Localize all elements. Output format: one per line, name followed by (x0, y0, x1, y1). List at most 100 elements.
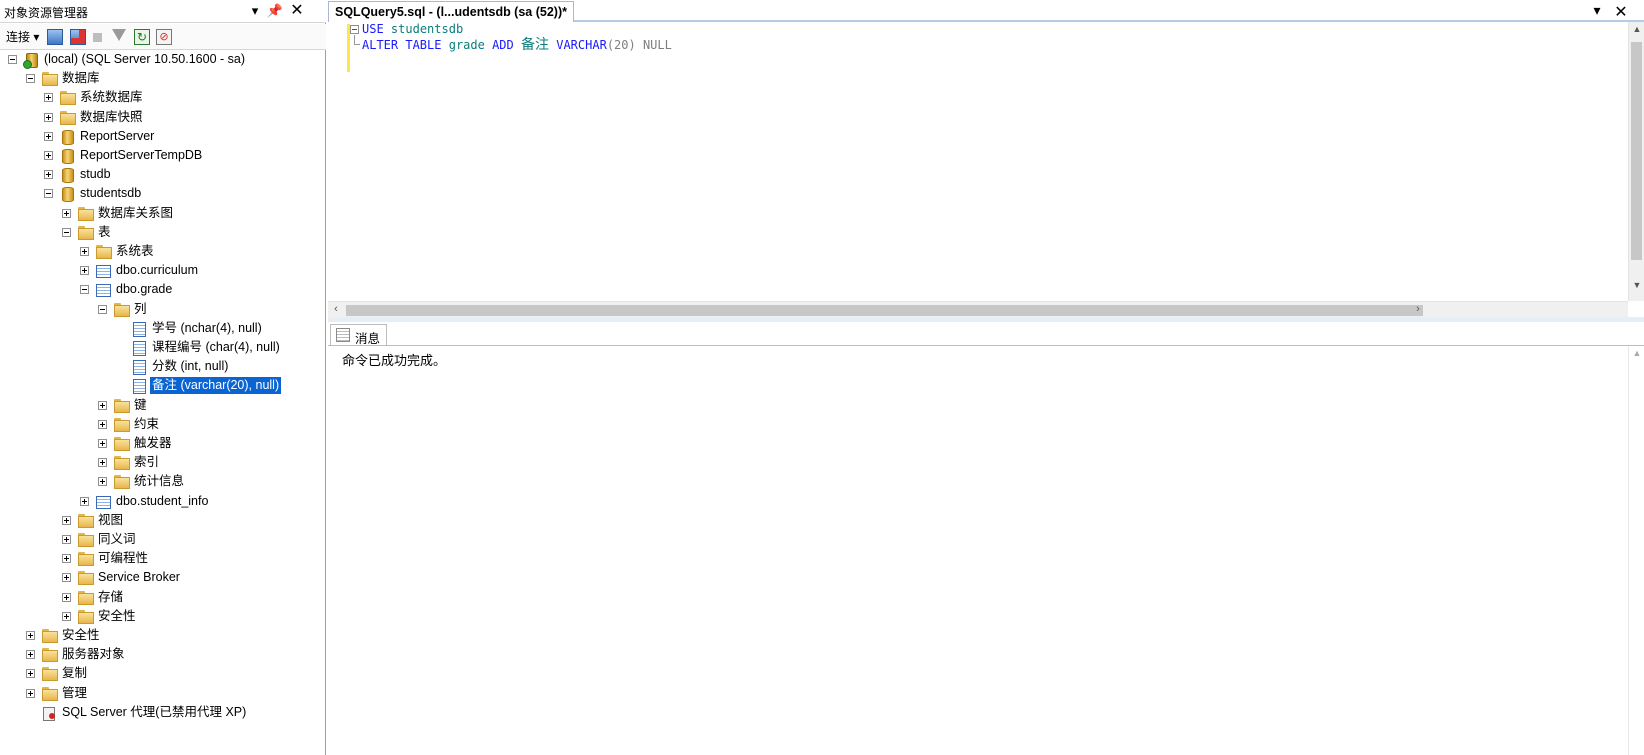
expand-icon[interactable] (80, 247, 89, 256)
scroll-up-icon[interactable]: ▲ (1629, 348, 1644, 358)
tree-node[interactable]: 数据库快照 (0, 108, 324, 127)
expand-icon[interactable] (98, 400, 107, 410)
tree-node[interactable]: 数据库 (0, 69, 324, 88)
tree-node[interactable]: 键 (0, 396, 324, 415)
tree-node[interactable]: 表 (0, 223, 324, 242)
tree-node[interactable]: 系统表 (0, 242, 324, 261)
tree-node-label: 分数 (int, null) (152, 359, 229, 374)
expand-icon[interactable] (62, 208, 71, 218)
tree-node[interactable]: 分数 (int, null) (0, 357, 324, 376)
expand-icon[interactable] (26, 631, 35, 640)
tree-node[interactable]: 数据库关系图 (0, 204, 324, 223)
sql-code-editor[interactable]: USE studentsdb ALTER TABLE grade ADD 备注 … (328, 22, 1628, 301)
scroll-right-icon[interactable]: › (1410, 303, 1426, 315)
disconnect-icon[interactable] (70, 29, 86, 45)
expand-icon[interactable] (44, 131, 53, 141)
tree-node[interactable]: 触发器 (0, 434, 324, 453)
tree-node[interactable]: 视图 (0, 511, 324, 530)
expand-icon[interactable] (80, 496, 89, 506)
dropdown-icon[interactable]: ▾ (246, 2, 264, 20)
tree-node[interactable]: ReportServerTempDB (0, 146, 324, 165)
tab-sqlquery5[interactable]: SQLQuery5.sql - (l...udentsdb (sa (52))* (328, 1, 574, 22)
expand-icon[interactable] (44, 93, 53, 103)
tree-node-label: 安全性 (98, 608, 136, 623)
tree-node[interactable]: 列 (0, 300, 324, 319)
expand-icon[interactable] (98, 458, 107, 468)
tree-node[interactable]: 课程编号 (char(4), null) (0, 338, 324, 357)
tree-node[interactable]: 索引 (0, 453, 324, 472)
expand-icon[interactable] (62, 573, 71, 583)
tree-node[interactable]: Service Broker (0, 568, 324, 587)
expand-icon[interactable] (44, 151, 53, 160)
collapse-icon[interactable] (98, 304, 107, 314)
tree-node[interactable]: 同义词 (0, 530, 324, 549)
editor-vertical-scrollbar[interactable]: ▲ ▼ (1628, 22, 1644, 301)
tree-node[interactable]: 管理 (0, 684, 324, 703)
tree-node[interactable]: 可编程性 (0, 549, 324, 568)
stop-icon[interactable] (93, 29, 102, 45)
vertical-scroll-thumb[interactable] (1631, 42, 1642, 260)
tab-messages[interactable]: 消息 (330, 324, 388, 346)
tree-node[interactable]: 约束 (0, 415, 324, 434)
expand-icon[interactable] (26, 669, 35, 679)
expand-icon[interactable] (44, 170, 53, 180)
expand-icon[interactable] (44, 112, 53, 122)
close-icon[interactable]: ✕ (288, 2, 306, 20)
tree-node[interactable]: 备注 (varchar(20), null) (0, 376, 324, 395)
results-vertical-scrollbar[interactable]: ▲ (1628, 346, 1644, 755)
tab-list-dropdown-icon[interactable]: ▾ (1588, 2, 1606, 19)
tree-node[interactable]: 安全性 (0, 607, 324, 626)
filter-icon[interactable] (112, 29, 126, 45)
tree-node[interactable]: 服务器对象 (0, 645, 324, 664)
collapse-icon[interactable] (44, 189, 53, 199)
expand-icon[interactable] (62, 515, 71, 525)
editor-horizontal-scrollbar[interactable]: ‹ › (328, 301, 1628, 317)
refresh-icon[interactable]: ↻ (134, 29, 150, 45)
column-icon (131, 340, 147, 356)
activity-monitor-icon[interactable]: ⊘ (156, 29, 172, 45)
expand-icon[interactable] (98, 419, 107, 429)
folder-icon (41, 686, 58, 701)
connect-object-explorer-icon[interactable] (47, 29, 63, 45)
object-explorer-titlebar: 对象资源管理器 ▾ 📌 ✕ (0, 0, 326, 23)
collapse-icon[interactable] (8, 55, 17, 64)
close-document-icon[interactable]: ✕ (1612, 2, 1630, 22)
collapse-region-icon[interactable] (350, 25, 359, 34)
scroll-down-icon[interactable]: ▼ (1629, 280, 1644, 290)
expand-icon[interactable] (80, 266, 89, 276)
tree-node[interactable]: SQL Server 代理(已禁用代理 XP) (0, 703, 324, 722)
tree-node[interactable]: studb (0, 165, 324, 184)
expand-icon[interactable] (62, 535, 71, 544)
expand-icon[interactable] (62, 554, 71, 564)
horizontal-scroll-thumb[interactable] (346, 305, 1423, 316)
collapse-icon[interactable] (62, 227, 71, 237)
collapse-icon[interactable] (26, 74, 35, 84)
tree-node[interactable]: (local) (SQL Server 10.50.1600 - sa) (0, 50, 324, 69)
collapse-icon[interactable] (80, 285, 89, 295)
connect-button[interactable]: 连接 ▾ (6, 29, 39, 45)
expand-icon[interactable] (62, 611, 71, 621)
tree-node[interactable]: ReportServer (0, 127, 324, 146)
pin-icon[interactable]: 📌 (266, 2, 284, 20)
expand-icon[interactable] (26, 688, 35, 698)
tree-node[interactable]: 存储 (0, 588, 324, 607)
expand-icon[interactable] (26, 650, 35, 660)
tree-node[interactable]: dbo.curriculum (0, 261, 324, 280)
database-name: studentsdb (390, 22, 464, 36)
tree-node[interactable]: 学号 (nchar(4), null) (0, 319, 324, 338)
expand-icon[interactable] (62, 592, 71, 602)
scroll-left-icon[interactable]: ‹ (328, 303, 344, 315)
result-message: 命令已成功完成。 (342, 353, 447, 368)
tree-node[interactable]: dbo.grade (0, 280, 324, 299)
tree-node[interactable]: 复制 (0, 664, 324, 683)
tree-node-label: 数据库关系图 (98, 205, 174, 220)
expand-icon[interactable] (98, 477, 107, 487)
tree-node[interactable]: 统计信息 (0, 472, 324, 491)
tree-node[interactable]: dbo.student_info (0, 492, 324, 511)
table-icon (95, 494, 111, 509)
tree-node[interactable]: studentsdb (0, 184, 324, 203)
expand-icon[interactable] (98, 439, 107, 448)
tree-node[interactable]: 安全性 (0, 626, 324, 645)
tree-node[interactable]: 系统数据库 (0, 88, 324, 107)
scroll-up-icon[interactable]: ▲ (1629, 24, 1644, 34)
